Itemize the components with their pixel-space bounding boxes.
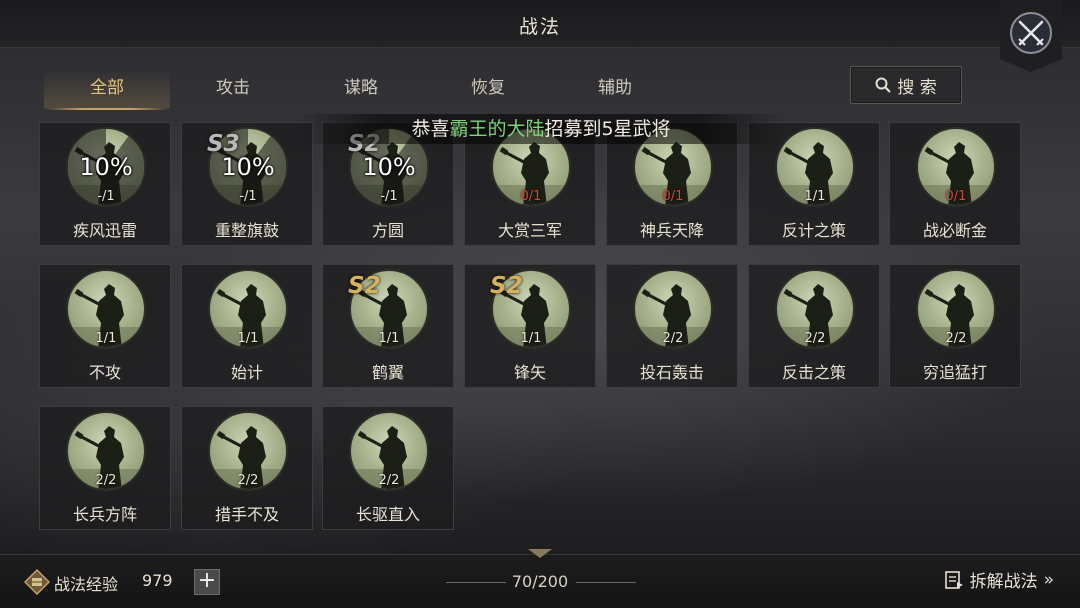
skill-card[interactable]: 10% -/1 疾风迅雷 [39, 122, 171, 246]
crossed-swords-icon [1010, 12, 1052, 54]
skill-name: 重整旗鼓 [214, 221, 279, 240]
skill-card[interactable]: 0/1 战必断金 [889, 122, 1021, 246]
skill-card[interactable]: 2/2 反击之策 [748, 264, 880, 388]
collapse-handle-icon [528, 549, 552, 558]
skill-portrait: 2/2 [916, 269, 996, 349]
skill-name: 神兵天降 [639, 221, 704, 240]
skill-count: 2/2 [237, 473, 259, 488]
skill-name: 战必断金 [922, 221, 987, 240]
skill-name: 措手不及 [214, 505, 279, 524]
skill-card[interactable]: 2/2 措手不及 [181, 406, 313, 530]
skill-count: 0/1 [945, 189, 967, 204]
season-badge: S3 [207, 131, 240, 157]
skill-count: 2/2 [662, 331, 684, 346]
skill-count: 1/1 [237, 331, 259, 346]
skill-progress: 10% [362, 153, 416, 181]
skill-name: 锋矢 [513, 363, 546, 382]
skill-count: 2/2 [95, 473, 117, 488]
skill-portrait: 10% -/1 [66, 127, 146, 207]
top-bar: 战法 [0, 0, 1080, 48]
skill-name: 投石轰击 [639, 363, 704, 382]
skill-portrait: 2/2 [66, 411, 146, 491]
skill-count: 0/1 [520, 189, 542, 204]
skill-count: -/1 [97, 189, 115, 204]
skill-name: 始计 [230, 363, 263, 382]
skill-portrait: 2/2 [633, 269, 713, 349]
skill-portrait: 1/1 [208, 269, 288, 349]
skill-card[interactable]: 2/2 长驱直入 [322, 406, 454, 530]
tab-support[interactable]: 辅助 [552, 70, 678, 110]
search-label: 搜 索 [897, 77, 937, 98]
skill-count: 2/2 [378, 473, 400, 488]
skill-portrait: 2/2 [208, 411, 288, 491]
dismantle-skills-button[interactable]: 拆解战法 » [944, 567, 1054, 592]
recruit-announcement: 恭喜霸王的大陆招募到5星武将 [296, 114, 786, 144]
skill-progress: 10% [221, 153, 275, 181]
skill-portrait: 1/1 [66, 269, 146, 349]
skill-count: 1/1 [804, 189, 826, 204]
skill-name: 长驱直入 [355, 505, 420, 524]
skill-card[interactable]: 1/1 不攻 [39, 264, 171, 388]
announcement-player: 霸王的大陆 [449, 118, 545, 140]
divider-right [576, 582, 636, 583]
page-title: 战法 [518, 16, 561, 38]
skill-count: -/1 [380, 189, 398, 204]
skill-name: 反击之策 [781, 363, 846, 382]
season-badge: S2 [490, 273, 523, 299]
skill-count: 1/1 [95, 331, 117, 346]
bottom-bar: 战法经验 979 + 70/200 拆解战法 » [0, 549, 1080, 608]
skill-count: 1/1 [520, 331, 542, 346]
skill-capacity: 70/200 [511, 572, 569, 591]
skill-portrait: 1/1 [775, 127, 855, 207]
skill-name: 方圆 [371, 221, 404, 240]
skill-name: 反计之策 [781, 221, 846, 240]
skill-name: 长兵方阵 [72, 505, 137, 524]
skill-portrait: 2/2 [349, 411, 429, 491]
skill-name: 鹤翼 [371, 363, 404, 382]
search-button[interactable]: 搜 索 [850, 66, 962, 104]
skill-progress: 10% [79, 153, 133, 181]
skill-count: 1/1 [378, 331, 400, 346]
double-chevron-right-icon: » [1043, 569, 1054, 590]
tab-recovery[interactable]: 恢复 [425, 70, 551, 110]
tab-strategy[interactable]: 谋略 [298, 70, 424, 110]
skill-card[interactable]: 2/2 投石轰击 [606, 264, 738, 388]
skill-card[interactable]: 2/2 长兵方阵 [39, 406, 171, 530]
dismantle-icon [944, 570, 963, 589]
skill-name: 疾风迅雷 [72, 221, 137, 240]
skill-count: -/1 [239, 189, 257, 204]
close-button[interactable] [1000, 0, 1062, 72]
announcement-suffix: 招募到5星武将 [544, 118, 671, 140]
skill-count: 2/2 [945, 331, 967, 346]
season-badge: S2 [348, 273, 381, 299]
skill-count: 2/2 [804, 331, 826, 346]
skill-card[interactable]: 1/1 S2 锋矢 [464, 264, 596, 388]
tab-all[interactable]: 全部 [44, 70, 170, 110]
skill-name: 穷追猛打 [922, 363, 987, 382]
dismantle-label: 拆解战法 [969, 572, 1038, 592]
skill-name: 不攻 [88, 363, 121, 382]
skill-name: 大赏三军 [497, 221, 562, 240]
skill-card[interactable]: 2/2 穷追猛打 [889, 264, 1021, 388]
skill-card[interactable]: 1/1 S2 鹤翼 [322, 264, 454, 388]
skill-portrait: 2/2 [775, 269, 855, 349]
announcement-prefix: 恭喜 [411, 118, 450, 140]
skill-portrait: 0/1 [916, 127, 996, 207]
skill-count: 0/1 [662, 189, 684, 204]
skill-card[interactable]: 10% -/1 S3 重整旗鼓 [181, 122, 313, 246]
search-icon [875, 77, 892, 93]
skill-card[interactable]: 1/1 始计 [181, 264, 313, 388]
tab-attack[interactable]: 攻击 [170, 70, 296, 110]
